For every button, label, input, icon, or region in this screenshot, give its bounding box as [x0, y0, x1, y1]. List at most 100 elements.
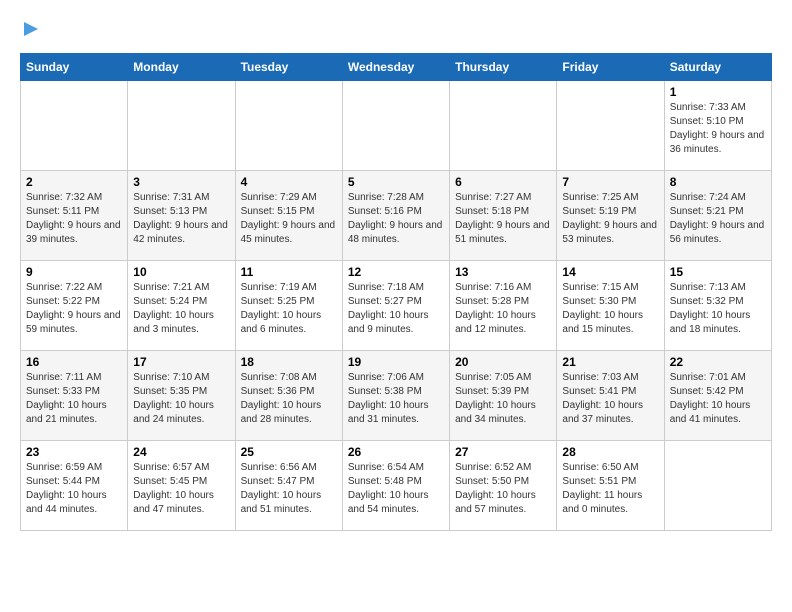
day-number: 6 — [455, 175, 551, 189]
calendar-cell: 5 Sunrise: 7:28 AM Sunset: 5:16 PM Daylig… — [342, 171, 449, 261]
day-number: 11 — [241, 265, 337, 279]
day-info: Sunrise: 7:31 AM Sunset: 5:13 PM Dayligh… — [133, 191, 229, 247]
day-number: 27 — [455, 445, 551, 459]
column-header-saturday: Saturday — [664, 54, 771, 81]
day-number: 9 — [26, 265, 122, 279]
day-info: Sunrise: 7:27 AM Sunset: 5:18 PM Dayligh… — [455, 191, 551, 247]
calendar-cell: 25 Sunrise: 6:56 AM Sunset: 5:47 PM Dayli… — [235, 441, 342, 531]
calendar-cell: 4 Sunrise: 7:29 AM Sunset: 5:15 PM Daylig… — [235, 171, 342, 261]
day-info: Sunrise: 7:15 AM Sunset: 5:30 PM Dayligh… — [562, 281, 658, 337]
calendar-cell: 2 Sunrise: 7:32 AM Sunset: 5:11 PM Daylig… — [21, 171, 128, 261]
day-number: 1 — [670, 85, 766, 99]
day-info: Sunrise: 7:18 AM Sunset: 5:27 PM Dayligh… — [348, 281, 444, 337]
calendar-cell: 14 Sunrise: 7:15 AM Sunset: 5:30 PM Dayli… — [557, 261, 664, 351]
calendar-header-row: SundayMondayTuesdayWednesdayThursdayFrid… — [21, 54, 772, 81]
day-number: 12 — [348, 265, 444, 279]
column-header-wednesday: Wednesday — [342, 54, 449, 81]
calendar-cell: 18 Sunrise: 7:08 AM Sunset: 5:36 PM Dayli… — [235, 351, 342, 441]
calendar-week-4: 16 Sunrise: 7:11 AM Sunset: 5:33 PM Dayli… — [21, 351, 772, 441]
day-number: 28 — [562, 445, 658, 459]
calendar-table: SundayMondayTuesdayWednesdayThursdayFrid… — [20, 53, 772, 531]
day-number: 22 — [670, 355, 766, 369]
calendar-week-2: 2 Sunrise: 7:32 AM Sunset: 5:11 PM Daylig… — [21, 171, 772, 261]
day-info: Sunrise: 7:29 AM Sunset: 5:15 PM Dayligh… — [241, 191, 337, 247]
calendar-cell: 26 Sunrise: 6:54 AM Sunset: 5:48 PM Dayli… — [342, 441, 449, 531]
calendar-cell: 27 Sunrise: 6:52 AM Sunset: 5:50 PM Dayli… — [450, 441, 557, 531]
day-info: Sunrise: 6:57 AM Sunset: 5:45 PM Dayligh… — [133, 461, 229, 517]
column-header-friday: Friday — [557, 54, 664, 81]
calendar-cell: 1 Sunrise: 7:33 AM Sunset: 5:10 PM Daylig… — [664, 81, 771, 171]
day-number: 26 — [348, 445, 444, 459]
column-header-thursday: Thursday — [450, 54, 557, 81]
day-info: Sunrise: 7:11 AM Sunset: 5:33 PM Dayligh… — [26, 371, 122, 427]
calendar-cell — [557, 81, 664, 171]
day-number: 15 — [670, 265, 766, 279]
column-header-sunday: Sunday — [21, 54, 128, 81]
calendar-cell: 21Sunrise: 7:03 AM Sunset: 5:41 PM Dayli… — [557, 351, 664, 441]
day-info: Sunrise: 7:19 AM Sunset: 5:25 PM Dayligh… — [241, 281, 337, 337]
day-number: 7 — [562, 175, 658, 189]
calendar-cell — [342, 81, 449, 171]
day-info: Sunrise: 7:06 AM Sunset: 5:38 PM Dayligh… — [348, 371, 444, 427]
day-number: 10 — [133, 265, 229, 279]
day-info: Sunrise: 7:21 AM Sunset: 5:24 PM Dayligh… — [133, 281, 229, 337]
day-number: 18 — [241, 355, 337, 369]
calendar-cell: 19 Sunrise: 7:06 AM Sunset: 5:38 PM Dayli… — [342, 351, 449, 441]
calendar-week-3: 9 Sunrise: 7:22 AM Sunset: 5:22 PM Daylig… — [21, 261, 772, 351]
page-header — [20, 20, 772, 43]
calendar-cell — [664, 441, 771, 531]
day-number: 25 — [241, 445, 337, 459]
logo-arrow-icon — [22, 20, 40, 38]
day-info: Sunrise: 7:13 AM Sunset: 5:32 PM Dayligh… — [670, 281, 766, 337]
day-info: Sunrise: 7:22 AM Sunset: 5:22 PM Dayligh… — [26, 281, 122, 337]
day-info: Sunrise: 7:16 AM Sunset: 5:28 PM Dayligh… — [455, 281, 551, 337]
calendar-cell: 7 Sunrise: 7:25 AM Sunset: 5:19 PM Daylig… — [557, 171, 664, 261]
logo — [20, 20, 40, 43]
calendar-cell — [450, 81, 557, 171]
calendar-cell: 24 Sunrise: 6:57 AM Sunset: 5:45 PM Dayli… — [128, 441, 235, 531]
column-header-tuesday: Tuesday — [235, 54, 342, 81]
calendar-cell: 8 Sunrise: 7:24 AM Sunset: 5:21 PM Daylig… — [664, 171, 771, 261]
day-number: 23 — [26, 445, 122, 459]
day-info: Sunrise: 7:10 AM Sunset: 5:35 PM Dayligh… — [133, 371, 229, 427]
calendar-cell: 23 Sunrise: 6:59 AM Sunset: 5:44 PM Dayli… — [21, 441, 128, 531]
day-info: Sunrise: 7:32 AM Sunset: 5:11 PM Dayligh… — [26, 191, 122, 247]
calendar-cell — [21, 81, 128, 171]
day-info: Sunrise: 6:50 AM Sunset: 5:51 PM Dayligh… — [562, 461, 658, 517]
day-number: 5 — [348, 175, 444, 189]
calendar-cell: 3 Sunrise: 7:31 AM Sunset: 5:13 PM Daylig… — [128, 171, 235, 261]
calendar-cell: 6 Sunrise: 7:27 AM Sunset: 5:18 PM Daylig… — [450, 171, 557, 261]
day-info: Sunrise: 7:28 AM Sunset: 5:16 PM Dayligh… — [348, 191, 444, 247]
day-info: Sunrise: 7:08 AM Sunset: 5:36 PM Dayligh… — [241, 371, 337, 427]
day-info: Sunrise: 7:33 AM Sunset: 5:10 PM Dayligh… — [670, 101, 766, 157]
day-number: 16 — [26, 355, 122, 369]
calendar-cell: 12 Sunrise: 7:18 AM Sunset: 5:27 PM Dayli… — [342, 261, 449, 351]
calendar-week-1: 1 Sunrise: 7:33 AM Sunset: 5:10 PM Daylig… — [21, 81, 772, 171]
day-info: Sunrise: 7:05 AM Sunset: 5:39 PM Dayligh… — [455, 371, 551, 427]
calendar-cell: 20 Sunrise: 7:05 AM Sunset: 5:39 PM Dayli… — [450, 351, 557, 441]
day-number: 3 — [133, 175, 229, 189]
day-info: Sunrise: 6:52 AM Sunset: 5:50 PM Dayligh… — [455, 461, 551, 517]
calendar-cell — [235, 81, 342, 171]
day-info: Sunrise: 6:54 AM Sunset: 5:48 PM Dayligh… — [348, 461, 444, 517]
day-number: 20 — [455, 355, 551, 369]
calendar-cell: 16 Sunrise: 7:11 AM Sunset: 5:33 PM Dayli… — [21, 351, 128, 441]
day-number: 8 — [670, 175, 766, 189]
calendar-cell: 11 Sunrise: 7:19 AM Sunset: 5:25 PM Dayli… — [235, 261, 342, 351]
calendar-cell: 10 Sunrise: 7:21 AM Sunset: 5:24 PM Dayli… — [128, 261, 235, 351]
day-number: 4 — [241, 175, 337, 189]
day-number: 21 — [562, 355, 658, 369]
calendar-cell: 15 Sunrise: 7:13 AM Sunset: 5:32 PM Dayli… — [664, 261, 771, 351]
day-number: 14 — [562, 265, 658, 279]
day-info: Sunrise: 6:59 AM Sunset: 5:44 PM Dayligh… — [26, 461, 122, 517]
calendar-cell: 17Sunrise: 7:10 AM Sunset: 5:35 PM Dayli… — [128, 351, 235, 441]
column-header-monday: Monday — [128, 54, 235, 81]
day-number: 2 — [26, 175, 122, 189]
calendar-cell: 28 Sunrise: 6:50 AM Sunset: 5:51 PM Dayli… — [557, 441, 664, 531]
day-number: 19 — [348, 355, 444, 369]
calendar-cell: 9 Sunrise: 7:22 AM Sunset: 5:22 PM Daylig… — [21, 261, 128, 351]
day-info: Sunrise: 7:25 AM Sunset: 5:19 PM Dayligh… — [562, 191, 658, 247]
day-number: 24 — [133, 445, 229, 459]
day-info: Sunrise: 6:56 AM Sunset: 5:47 PM Dayligh… — [241, 461, 337, 517]
day-info: Sunrise: 7:24 AM Sunset: 5:21 PM Dayligh… — [670, 191, 766, 247]
